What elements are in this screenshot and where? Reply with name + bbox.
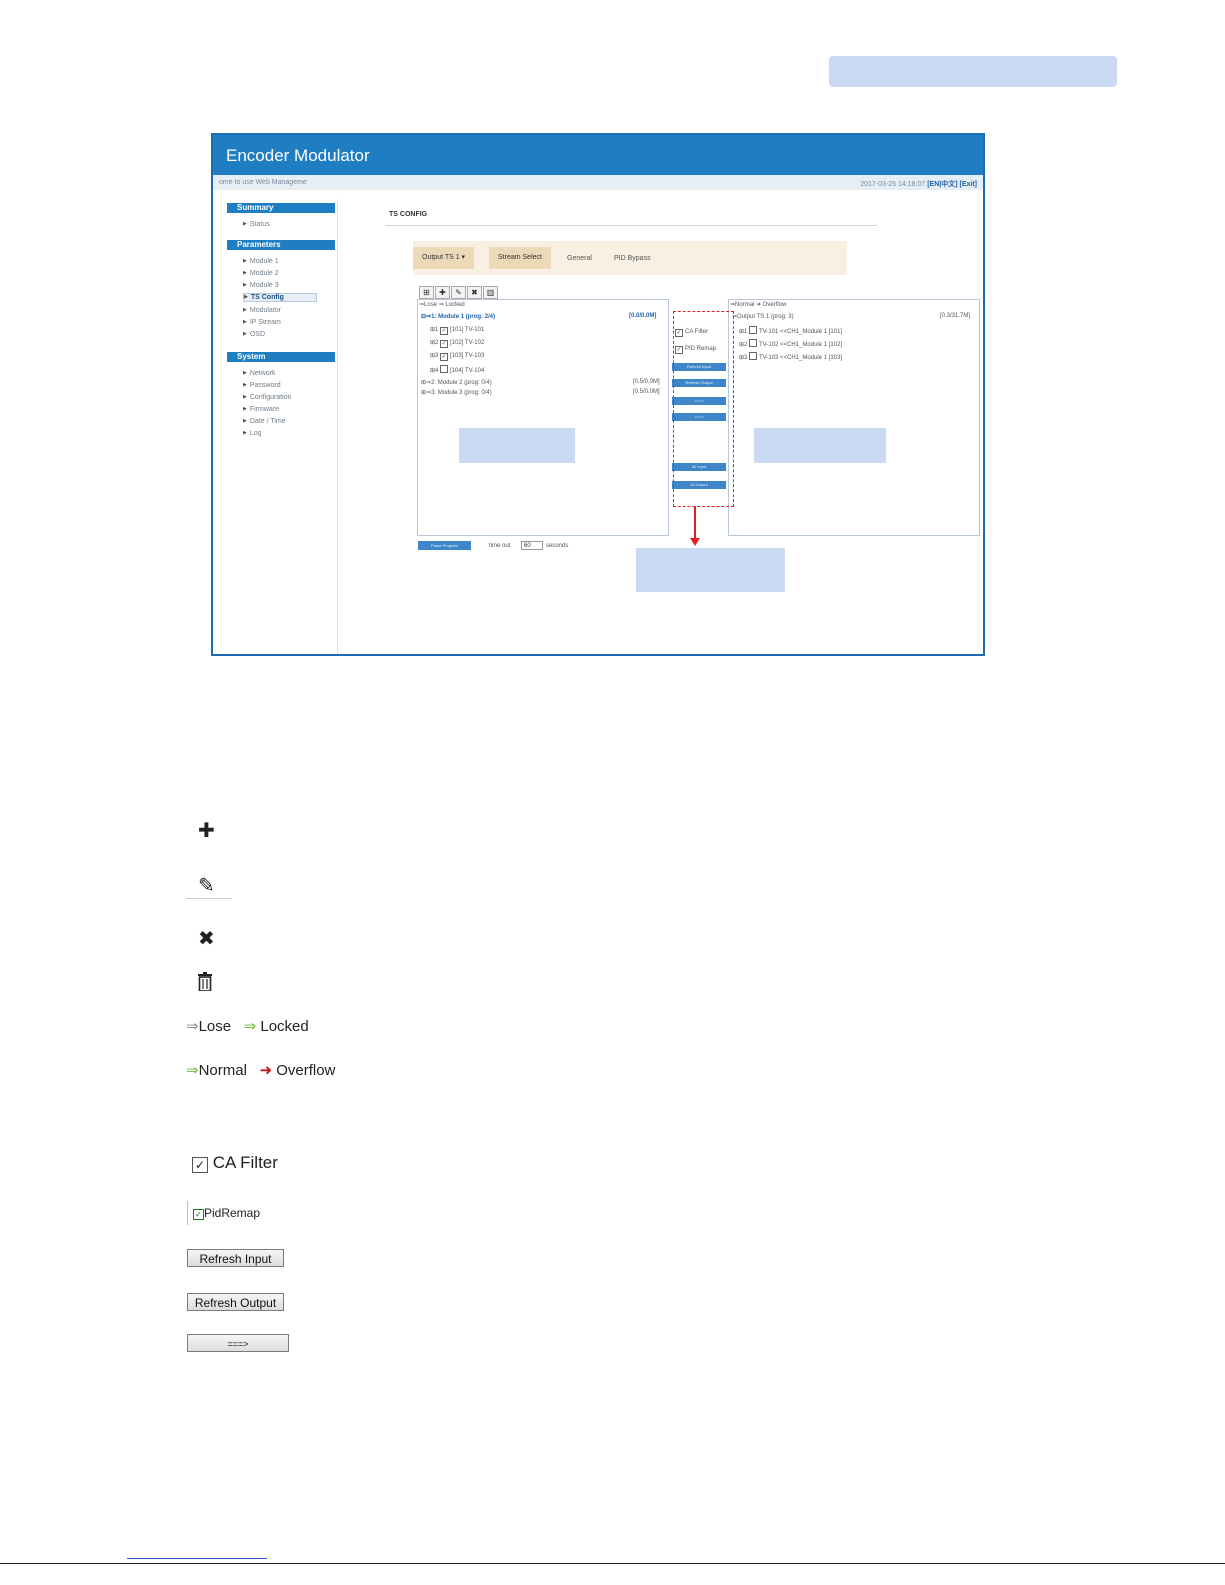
lose-arrow-icon: ⇒ [186, 1018, 199, 1035]
sidebar-item-module-1[interactable]: Module 1 [243, 258, 279, 265]
tab-general[interactable]: General [567, 255, 592, 262]
parse-program-button[interactable]: Parse Program [418, 541, 471, 550]
callout-box-top [829, 56, 1117, 87]
close-icon[interactable]: ✖ [467, 286, 482, 299]
input-tree-panel: ⇒Lose ⇒ Locked ⊟⇒1: Module 1 (prog: 2/4)… [417, 299, 669, 536]
sidebar-item-osd[interactable]: OSD [243, 331, 265, 338]
sidebar-item-ip-stream[interactable]: IP Stream [243, 319, 281, 326]
sidebar-item-ts-config[interactable]: TS Config [243, 293, 317, 302]
sidebar: Summary Status Parameters Module 1 Modul… [227, 199, 338, 654]
timeout-label: time out [489, 543, 511, 549]
input-program-2[interactable]: ⊞2 ✓ [102] TV-102 [430, 339, 484, 348]
callout-box-middle [636, 548, 785, 592]
seconds-label: seconds [546, 543, 569, 549]
lose-locked-legend: ⇒Lose ⇒ Locked [186, 1018, 309, 1035]
status-bar: ome to use Web Manageme 2017-03-25 14:18… [213, 175, 983, 190]
sidebar-item-module-3[interactable]: Module 3 [243, 282, 279, 289]
trash-icon [198, 972, 212, 992]
input-module-3-rate: [0.5/0.0M] [633, 389, 660, 395]
app-title: Encoder Modulator [226, 146, 370, 165]
edit-icon[interactable]: ✎ [451, 286, 466, 299]
input-module-1-rate: [0.0/0.0M] [629, 313, 657, 319]
pidremap-divider [187, 1201, 188, 1225]
header-right: 2017-03-25 14:18:07 [EN|中文] [Exit] [860, 179, 977, 189]
app-header: Encoder Modulator [213, 135, 983, 175]
sidebar-heading-summary: Summary [227, 203, 335, 213]
sidebar-item-configuration[interactable]: Configuration [243, 394, 292, 401]
overflow-arrow-icon: ➜ [259, 1062, 273, 1079]
add-icon: ✚ [198, 820, 215, 842]
sidebar-item-modulator[interactable]: Modulator [243, 307, 281, 314]
sidebar-heading-parameters: Parameters [227, 240, 335, 250]
sidebar-item-network[interactable]: Network [243, 370, 276, 377]
callout-box-output [754, 428, 886, 463]
tab-bar: Output TS 1 ▾ Stream Select General PID … [413, 241, 847, 275]
pidremap-example: ✓ PidRemap [193, 1206, 260, 1220]
tab-stream-select[interactable]: Stream Select [489, 247, 551, 269]
input-module-1[interactable]: ⊟⇒1: Module 1 (prog: 2/4) [421, 313, 495, 320]
refresh-input-example-button: Refresh Input [187, 1249, 284, 1267]
input-module-3[interactable]: ⊞⇒3: Module 3 (prog: 0/4) [421, 389, 492, 396]
output-tree-panel: ⇒Normal ➜ Overflow ⇒Output TS 1 (prog: 3… [728, 299, 980, 536]
callout-arrowhead [690, 538, 700, 546]
checkbox-checked-icon: ✓ [193, 1209, 204, 1220]
tab-pid-bypass[interactable]: PID Bypass [614, 255, 651, 262]
sidebar-item-date-time[interactable]: Date / Time [243, 418, 286, 425]
normal-overflow-legend: ⇒Normal ➜ Overflow [186, 1062, 336, 1079]
normal-arrow-icon: ⇒ [186, 1062, 199, 1079]
input-program-3[interactable]: ⊞3 ✓ [103] TV-103 [430, 352, 484, 361]
language-switch[interactable]: [EN|中文] [927, 181, 957, 188]
locked-arrow-icon: ⇒ [243, 1018, 257, 1035]
tab-output-ts-1[interactable]: Output TS 1 ▾ [413, 247, 475, 269]
output-program-1[interactable]: ⊞1 TV-101 <<CH1_Module 1 [101] [739, 326, 842, 335]
input-status-legend: ⇒Lose ⇒ Locked [419, 302, 465, 308]
ui-screenshot: Encoder Modulator ome to use Web Managem… [211, 133, 985, 656]
input-module-2[interactable]: ⊞⇒2: Module 2 (prog: 0/4) [421, 379, 492, 386]
page-title: TS CONFIG [389, 211, 428, 218]
arrow-example-button: ===> [187, 1334, 289, 1352]
callout-box-input [459, 428, 575, 463]
sidebar-item-firmware[interactable]: Firmware [243, 406, 279, 413]
callout-arrow [694, 506, 696, 542]
output-ts-rate: [0.3/31.7M] [940, 313, 971, 319]
exit-link[interactable]: [Exit] [960, 181, 978, 188]
footer-rule [0, 1563, 1225, 1564]
add-icon[interactable]: ✚ [435, 286, 450, 299]
footer-link-line [127, 1558, 267, 1559]
datetime: 2017-03-25 14:18:07 [860, 181, 926, 188]
refresh-output-example-button: Refresh Output [187, 1293, 284, 1311]
trash-icon[interactable]: ▥ [483, 286, 498, 299]
welcome-text: ome to use Web Manageme [219, 179, 307, 186]
sidebar-item-log[interactable]: Log [243, 430, 262, 437]
expand-icon[interactable]: ⊞ [419, 286, 434, 299]
sidebar-heading-system: System [227, 352, 335, 362]
edit-icon-underline [186, 898, 232, 899]
sidebar-item-status[interactable]: Status [243, 221, 270, 228]
highlight-frame [673, 311, 734, 507]
title-divider [385, 225, 877, 226]
timeout-input[interactable]: 60 [521, 541, 543, 550]
close-icon: ✖ [198, 928, 215, 950]
input-program-1[interactable]: ⊞1 ✓ [101] TV-101 [430, 326, 484, 335]
sidebar-item-password[interactable]: Password [243, 382, 281, 389]
sidebar-item-module-2[interactable]: Module 2 [243, 270, 279, 277]
ca-filter-example: ✓ CA Filter [192, 1153, 278, 1173]
checkbox-checked-icon: ✓ [192, 1157, 208, 1173]
output-ts-root[interactable]: ⇒Output TS 1 (prog: 3) [732, 313, 794, 320]
edit-icon: ✎ [198, 875, 215, 897]
input-program-4[interactable]: ⊞4 [104] TV-104 [430, 365, 484, 374]
output-program-3[interactable]: ⊞3 TV-103 <<CH1_Module 1 [103] [739, 352, 842, 361]
output-status-legend: ⇒Normal ➜ Overflow [730, 302, 787, 308]
input-module-2-rate: [0.5/0.0M] [633, 379, 660, 385]
output-program-2[interactable]: ⊞2 TV-102 <<CH1_Module 1 [102] [739, 339, 842, 348]
